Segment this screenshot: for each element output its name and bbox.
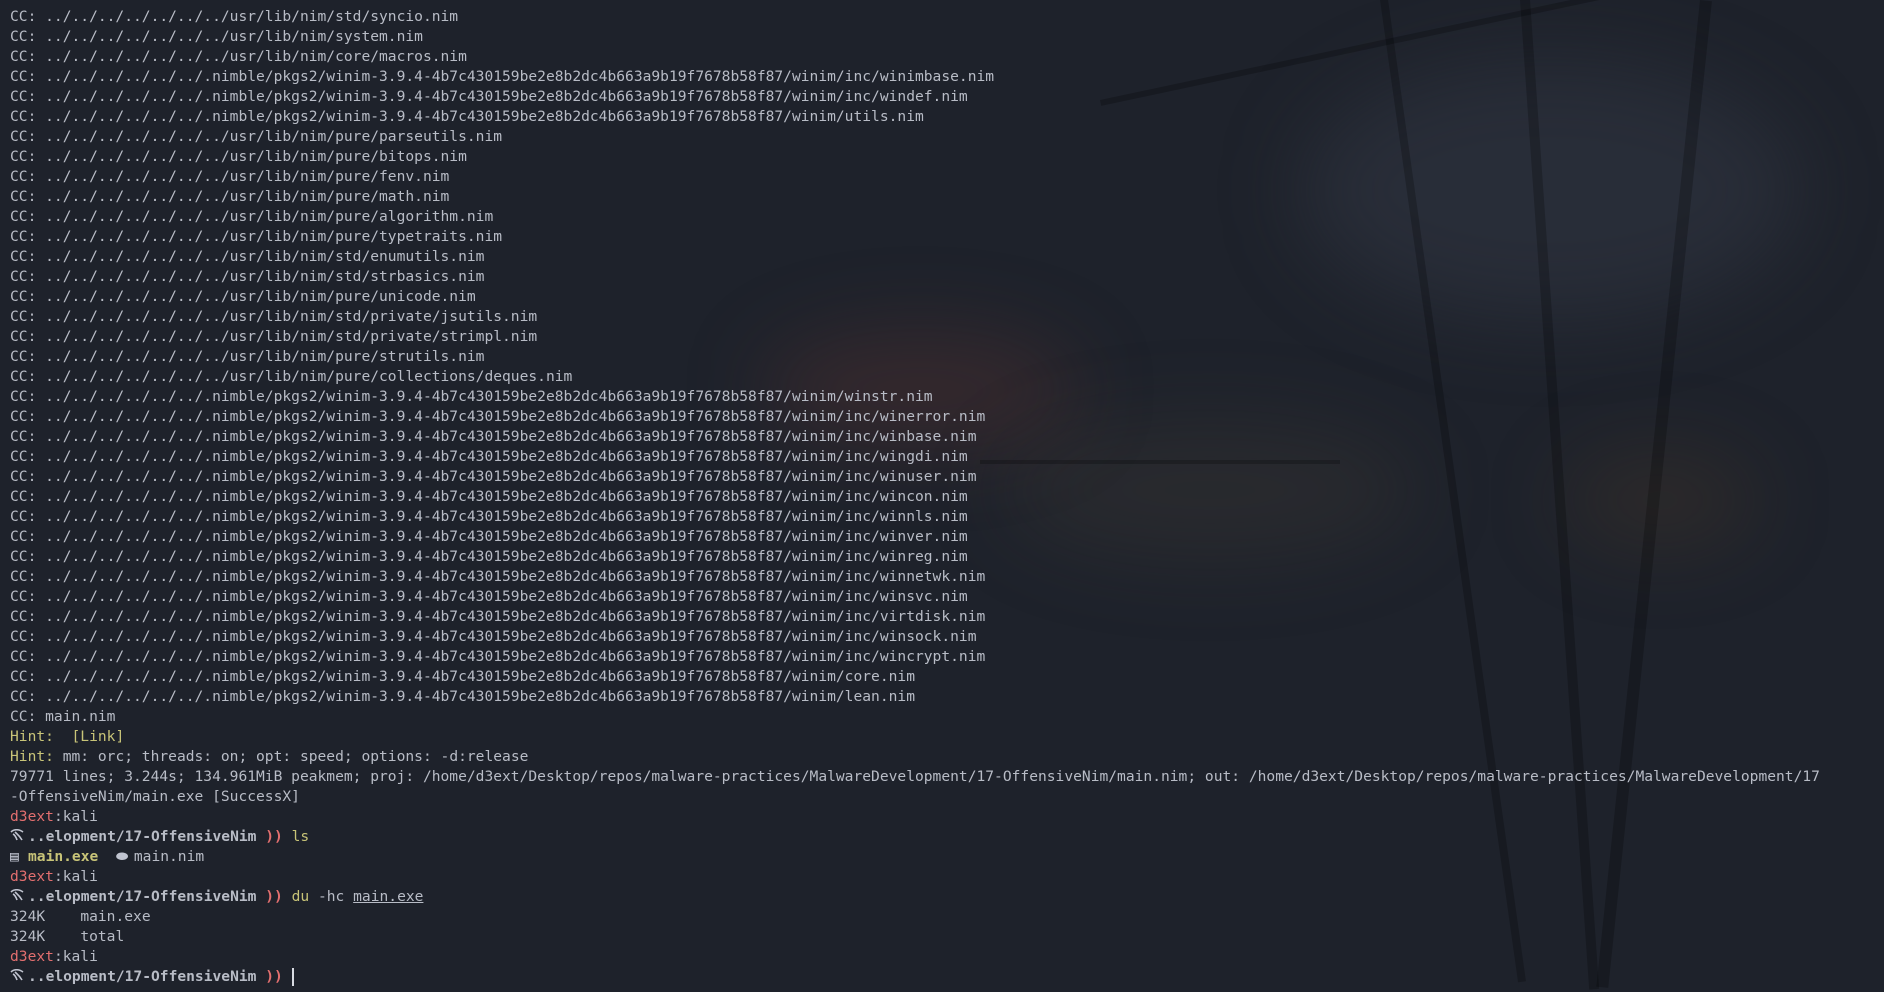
prompt-host: kali (62, 808, 98, 825)
du-output-row: 324K total (10, 927, 1876, 947)
prompt-line: ..elopment/17-OffensiveNim )) ls (10, 827, 1876, 847)
build-log-line: CC: ../../../../../../../usr/lib/nim/cor… (10, 48, 467, 65)
prompt-line: ..elopment/17-OffensiveNim )) du -hc mai… (10, 887, 1876, 907)
build-log-line: CC: ../../../../../../.nimble/pkgs2/wini… (10, 408, 986, 425)
active-prompt-line[interactable]: ..elopment/17-OffensiveNim )) (10, 967, 1876, 987)
build-log-line: CC: ../../../../../../../usr/lib/nim/pur… (10, 208, 494, 225)
prompt-separator: : (53, 808, 63, 825)
build-log-line: CC: ../../../../../../../usr/lib/nim/pur… (10, 148, 467, 165)
build-log-line: CC: ../../../../../../.nimble/pkgs2/wini… (10, 68, 995, 85)
prompt-directory: ..elopment/17-OffensiveNim (28, 968, 257, 985)
du-output-row: 324K main.exe (10, 907, 1876, 927)
build-log-line: CC: ../../../../../../.nimble/pkgs2/wini… (10, 428, 977, 445)
command-flags: -hc (309, 888, 354, 905)
build-log-line: CC: ../../../../../../.nimble/pkgs2/wini… (10, 548, 968, 565)
prompt-userhost: d3ext:kali (10, 867, 1876, 887)
build-log-line: CC: ../../../../../../../usr/lib/nim/std… (10, 268, 485, 285)
build-log-line: CC: ../../../../../../.nimble/pkgs2/wini… (10, 108, 924, 125)
prompt-separator: : (53, 948, 63, 965)
build-log-line: CC: ../../../../../../.nimble/pkgs2/wini… (10, 588, 968, 605)
ls-output: ▤ main.exe ⬬ main.nim (10, 847, 1876, 867)
prompt-directory: ..elopment/17-OffensiveNim (28, 828, 257, 845)
prompt-user: d3ext (10, 948, 54, 965)
build-log-line: CC: ../../../../../../../usr/lib/nim/sys… (10, 28, 423, 45)
build-log-line: CC: ../../../../../../../usr/lib/nim/pur… (10, 228, 503, 245)
du-size: 324K (10, 928, 46, 945)
build-log-line: CC: ../../../../../../../usr/lib/nim/pur… (10, 168, 450, 185)
prompt-host: kali (62, 868, 98, 885)
du-name: total (80, 928, 125, 945)
prompt-separator: : (53, 868, 63, 885)
hint-label: Hint: (10, 728, 54, 745)
build-log-line: CC: ../../../../../../../usr/lib/nim/std… (10, 8, 459, 25)
prompt-directory: ..elopment/17-OffensiveNim (28, 888, 257, 905)
build-log-line: CC: ../../../../../../.nimble/pkgs2/wini… (10, 88, 968, 105)
build-log-line: CC: ../../../../../../.nimble/pkgs2/wini… (10, 508, 968, 525)
kali-dragon-icon (10, 967, 28, 987)
executable-file-icon: ▤ (10, 848, 19, 865)
build-log-line: CC: ../../../../../../.nimble/pkgs2/wini… (10, 628, 977, 645)
build-log-line: CC: ../../../../../../../usr/lib/nim/std… (10, 248, 485, 265)
du-name: main.exe (80, 908, 151, 925)
command-argument[interactable]: main.exe (353, 888, 423, 905)
build-log-line: CC: ../../../../../../../usr/lib/nim/std… (10, 328, 538, 345)
text-cursor[interactable] (291, 968, 294, 986)
kali-dragon-icon (10, 827, 28, 847)
build-log-line: CC: ../../../../../../.nimble/pkgs2/wini… (10, 528, 968, 545)
hint-line-link: Hint: [Link] (10, 727, 1876, 747)
kali-dragon-icon (10, 887, 28, 907)
build-log-line: CC: ../../../../../../.nimble/pkgs2/wini… (10, 668, 915, 685)
prompt-userhost: d3ext:kali (10, 947, 1876, 967)
build-log-line: CC: ../../../../../../.nimble/pkgs2/wini… (10, 448, 968, 465)
prompt-arrow: )) (265, 828, 283, 845)
hint-text: mm: orc; threads: on; opt: speed; option… (53, 748, 529, 765)
du-size: 324K (10, 908, 46, 925)
build-log: CC: ../../../../../../../usr/lib/nim/std… (10, 7, 1876, 727)
build-log-line: CC: ../../../../../../../usr/lib/nim/pur… (10, 368, 573, 385)
build-log-line: CC: ../../../../../../../usr/lib/nim/pur… (10, 188, 450, 205)
command-du: du (291, 888, 310, 905)
file-main-nim[interactable]: main.nim (134, 848, 204, 865)
hint-label: Hint: (10, 748, 54, 765)
build-log-line: CC: ../../../../../../.nimble/pkgs2/wini… (10, 488, 968, 505)
command-ls: ls (291, 828, 310, 845)
build-log-line: CC: ../../../../../../.nimble/pkgs2/wini… (10, 688, 915, 705)
prompt-arrow: )) (265, 888, 283, 905)
build-log-line: CC: ../../../../../../.nimble/pkgs2/wini… (10, 468, 977, 485)
terminal-output[interactable]: CC: ../../../../../../../usr/lib/nim/std… (10, 7, 1876, 987)
build-log-line: CC: ../../../../../../.nimble/pkgs2/wini… (10, 648, 986, 665)
build-log-line: CC: ../../../../../../../usr/lib/nim/std… (10, 308, 538, 325)
build-log-line: CC: ../../../../../../../usr/lib/nim/pur… (10, 288, 476, 305)
build-summary-line: 79771 lines; 3.244s; 134.961MiB peakmem;… (10, 768, 1820, 785)
build-log-line: CC: main.nim (10, 708, 116, 725)
prompt-user: d3ext (10, 808, 54, 825)
nim-file-icon: ⬬ (115, 848, 129, 865)
build-log-line: CC: ../../../../../../../usr/lib/nim/pur… (10, 348, 485, 365)
build-log-line: CC: ../../../../../../.nimble/pkgs2/wini… (10, 568, 986, 585)
file-main-exe[interactable]: main.exe (28, 848, 98, 865)
hint-text: [Link] (53, 728, 125, 745)
build-log-line: CC: ../../../../../../.nimble/pkgs2/wini… (10, 388, 933, 405)
hint-line-config: Hint: mm: orc; threads: on; opt: speed; … (10, 747, 1876, 767)
prompt-arrow: )) (265, 968, 283, 985)
prompt-userhost: d3ext:kali (10, 807, 1876, 827)
prompt-host: kali (62, 948, 98, 965)
build-log-line: CC: ../../../../../../.nimble/pkgs2/wini… (10, 608, 986, 625)
prompt-user: d3ext (10, 868, 54, 885)
build-log-line: CC: ../../../../../../../usr/lib/nim/pur… (10, 128, 503, 145)
build-summary-line-wrap: -OffensiveNim/main.exe [SuccessX] (10, 788, 300, 805)
